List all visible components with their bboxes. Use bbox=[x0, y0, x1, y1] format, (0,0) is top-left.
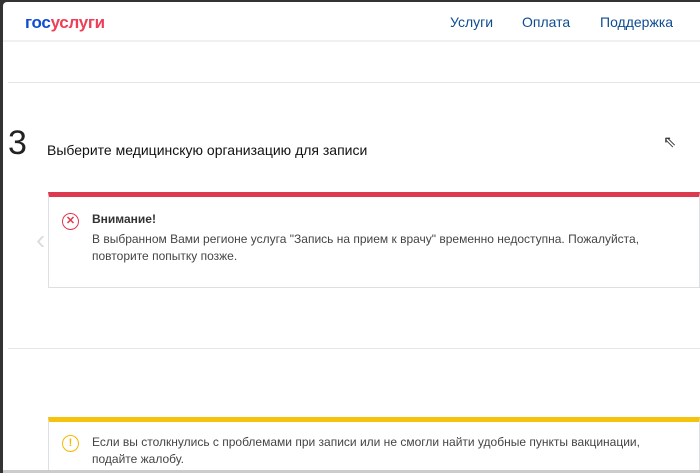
mouse-cursor-icon: ⇖ bbox=[663, 134, 677, 151]
error-x-icon: ✕ bbox=[62, 213, 79, 230]
chevron-left-icon[interactable]: ‹ bbox=[36, 224, 45, 256]
gosuslugi-logo[interactable]: госуслуги bbox=[25, 13, 105, 33]
logo-part: услуги bbox=[50, 13, 106, 32]
step-number: 3 bbox=[8, 124, 27, 162]
browser-window: госуслуги Услуги Оплата Поддержка 3 Выбе… bbox=[3, 2, 700, 473]
nav-services[interactable]: Услуги bbox=[450, 14, 493, 30]
site-header: госуслуги Услуги Оплата Поддержка bbox=[3, 2, 700, 42]
warning-text: Если вы столкнулись с проблемами при зап… bbox=[92, 435, 640, 466]
warning-icon: ! bbox=[62, 435, 79, 452]
step-title: Выберите медицинскую организацию для зап… bbox=[47, 142, 368, 158]
divider bbox=[8, 348, 700, 349]
alert-text: В выбранном Вами регионе услуга "Запись … bbox=[92, 232, 640, 263]
logo-part: гос bbox=[25, 13, 51, 32]
nav-payment[interactable]: Оплата bbox=[522, 14, 570, 30]
divider bbox=[8, 82, 700, 83]
warning-alert: ! Если вы столкнулись с проблемами при з… bbox=[48, 417, 700, 473]
alert-heading: Внимание! bbox=[92, 212, 156, 226]
error-alert: ✕ Внимание! В выбранном Вами регионе усл… bbox=[48, 192, 700, 288]
nav-support[interactable]: Поддержка bbox=[600, 14, 673, 30]
